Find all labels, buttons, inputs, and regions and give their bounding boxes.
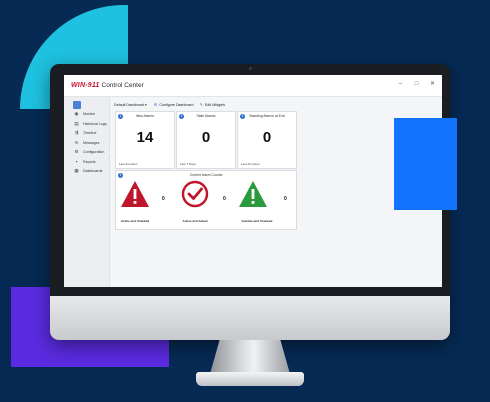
dashboard-select[interactable]: Default Dashboard ▾ — [114, 103, 147, 107]
app-window: WIN-911 Control Center – □ ✕ ◉ Monitor ▤… — [64, 75, 442, 287]
minimize-button[interactable]: – — [397, 81, 404, 88]
card-title: Standing Alarms at End — [249, 114, 285, 118]
standing-alarms-card[interactable]: i Standing Alarms at End 0 Last 24 Hours — [237, 111, 297, 169]
close-button[interactable]: ✕ — [429, 81, 436, 88]
dashboard-content: Default Dashboard ▾ ⚙ Configure Dashboar… — [114, 100, 438, 285]
active-unacked-count: 0 — [162, 196, 165, 202]
configure-dashboard-button[interactable]: ⚙ Configure Dashboard — [154, 102, 194, 107]
active-acked-count: 0 — [223, 196, 226, 202]
sidebar-item-label: Monitor — [83, 112, 95, 116]
dashboard-toolbar: Default Dashboard ▾ ⚙ Configure Dashboar… — [114, 100, 438, 109]
maximize-button[interactable]: □ — [413, 81, 420, 88]
card-value: 0 — [262, 129, 272, 146]
monitor-stand — [210, 340, 290, 374]
card-title: Stale Alarms — [196, 114, 216, 118]
sidebar-item-reports[interactable]: ▪ Reports — [74, 157, 109, 166]
report-icon: ▪ — [75, 159, 78, 164]
sidebar-item-configuration[interactable]: ⚙ Configuration — [74, 148, 109, 157]
active-acked-label: Active and Acked — [182, 219, 208, 223]
webcam-dot — [249, 67, 252, 70]
new-alarms-card[interactable]: i New Alarms 14 Last 24 Hours — [115, 111, 175, 169]
edit-widgets-label: Edit Widgets — [204, 102, 226, 107]
card-footer: Last 24 Hours — [241, 162, 260, 166]
log-icon: ▤ — [74, 120, 79, 126]
timeline-icon: ⇶ — [74, 130, 79, 135]
gear-icon: ⚙ — [153, 102, 158, 107]
dashboard-select-value: Default Dashboard — [114, 102, 144, 107]
sidebar-item-label: Dashboards — [83, 169, 103, 173]
dashboard-icon: ▦ — [74, 168, 79, 173]
sidebar-item-label: Messages — [83, 140, 100, 145]
gear-icon: ⚙ — [74, 149, 79, 154]
edit-widgets-button[interactable]: ✎ Edit Widgets — [200, 102, 226, 107]
monitor-base — [196, 372, 304, 386]
window-controls: – □ ✕ — [397, 81, 436, 88]
sidebar-item-label: Reports — [83, 159, 96, 164]
sidebar-item-label: Timeline — [83, 131, 97, 135]
sidebar-item-messages[interactable]: ✉ Messages — [74, 138, 109, 147]
sidebar-item-timeline[interactable]: ⇶ Timeline — [74, 129, 109, 138]
inactive-unacked-label: Inactive and Unacked — [241, 219, 273, 223]
sidebar-item-label: Configuration — [83, 150, 105, 154]
sidebar: ◉ Monitor ▤ Historical Logs ⇶ Timeline ✉… — [64, 97, 110, 287]
brand-logo: WIN-911 — [71, 82, 100, 89]
inactive-unacked-count: 0 — [284, 196, 287, 202]
sidebar-item-monitor[interactable]: ◉ Monitor — [74, 110, 109, 119]
active-unacked-label: Active and Unacked — [120, 219, 150, 223]
configure-dashboard-label: Configure Dashboard — [159, 102, 194, 107]
sidebar-item-dashboards[interactable]: ▦ Dashboards — [74, 167, 109, 176]
alarm-counts-card[interactable]: i Current Alarm Counts 0 Active and Unac… — [115, 170, 297, 230]
app-title: Control Center — [101, 82, 144, 89]
card-footer: Last 7 Days — [180, 162, 196, 166]
message-icon: ✉ — [74, 139, 79, 145]
decorative-blue-shape — [394, 118, 457, 210]
monitor-chin — [50, 296, 450, 340]
warning-icon — [121, 181, 149, 207]
pencil-icon: ✎ — [199, 102, 203, 107]
sidebar-item-historical-logs[interactable]: ▤ Historical Logs — [74, 119, 109, 128]
card-title: Current Alarm Counts — [189, 173, 223, 177]
stale-alarms-card[interactable]: i Stale Alarms 0 Last 7 Days — [176, 111, 236, 169]
card-value: 14 — [136, 129, 154, 146]
title-bar: WIN-911 Control Center – □ ✕ — [64, 75, 442, 97]
sidebar-item-label: Historical Logs — [83, 121, 107, 126]
home-icon[interactable] — [73, 101, 81, 109]
card-title: New Alarms — [135, 114, 155, 118]
card-footer: Last 24 Hours — [119, 162, 138, 166]
card-value: 0 — [201, 129, 211, 146]
chevron-down-icon: ▾ — [144, 102, 147, 107]
monitor-icon: ◉ — [74, 111, 79, 116]
warning-icon — [239, 181, 267, 207]
checkmark-icon — [181, 180, 209, 208]
